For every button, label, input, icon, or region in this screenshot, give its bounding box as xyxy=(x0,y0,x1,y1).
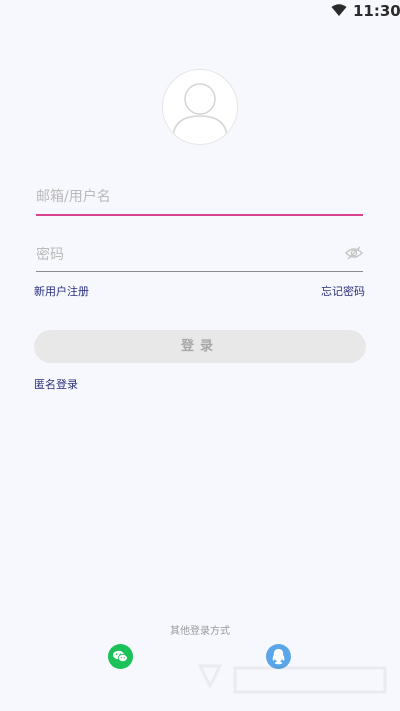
other-login-title: 其他登录方式 xyxy=(170,626,230,637)
watermark-logo xyxy=(197,664,387,694)
register-link[interactable]: 新用户注册 xyxy=(34,283,89,299)
wechat-icon[interactable] xyxy=(108,644,133,669)
anonymous-login-link[interactable]: 匿名登录 xyxy=(34,376,78,392)
username-input[interactable] xyxy=(36,186,336,208)
status-time: 11:30 xyxy=(353,2,400,20)
eye-off-icon[interactable] xyxy=(345,246,363,260)
login-screen: 11:30 新用户注册 忘记密码 登录 匿名登录 其他登录方式 xyxy=(0,0,400,711)
username-field xyxy=(36,180,363,216)
password-input[interactable] xyxy=(36,244,336,266)
status-bar: 11:30 xyxy=(0,0,400,24)
avatar[interactable] xyxy=(162,69,238,145)
wifi-icon xyxy=(331,4,347,16)
password-field xyxy=(36,238,363,272)
default-user-avatar-icon xyxy=(172,83,228,137)
login-button[interactable]: 登录 xyxy=(34,330,366,363)
forgot-password-link[interactable]: 忘记密码 xyxy=(321,283,365,299)
